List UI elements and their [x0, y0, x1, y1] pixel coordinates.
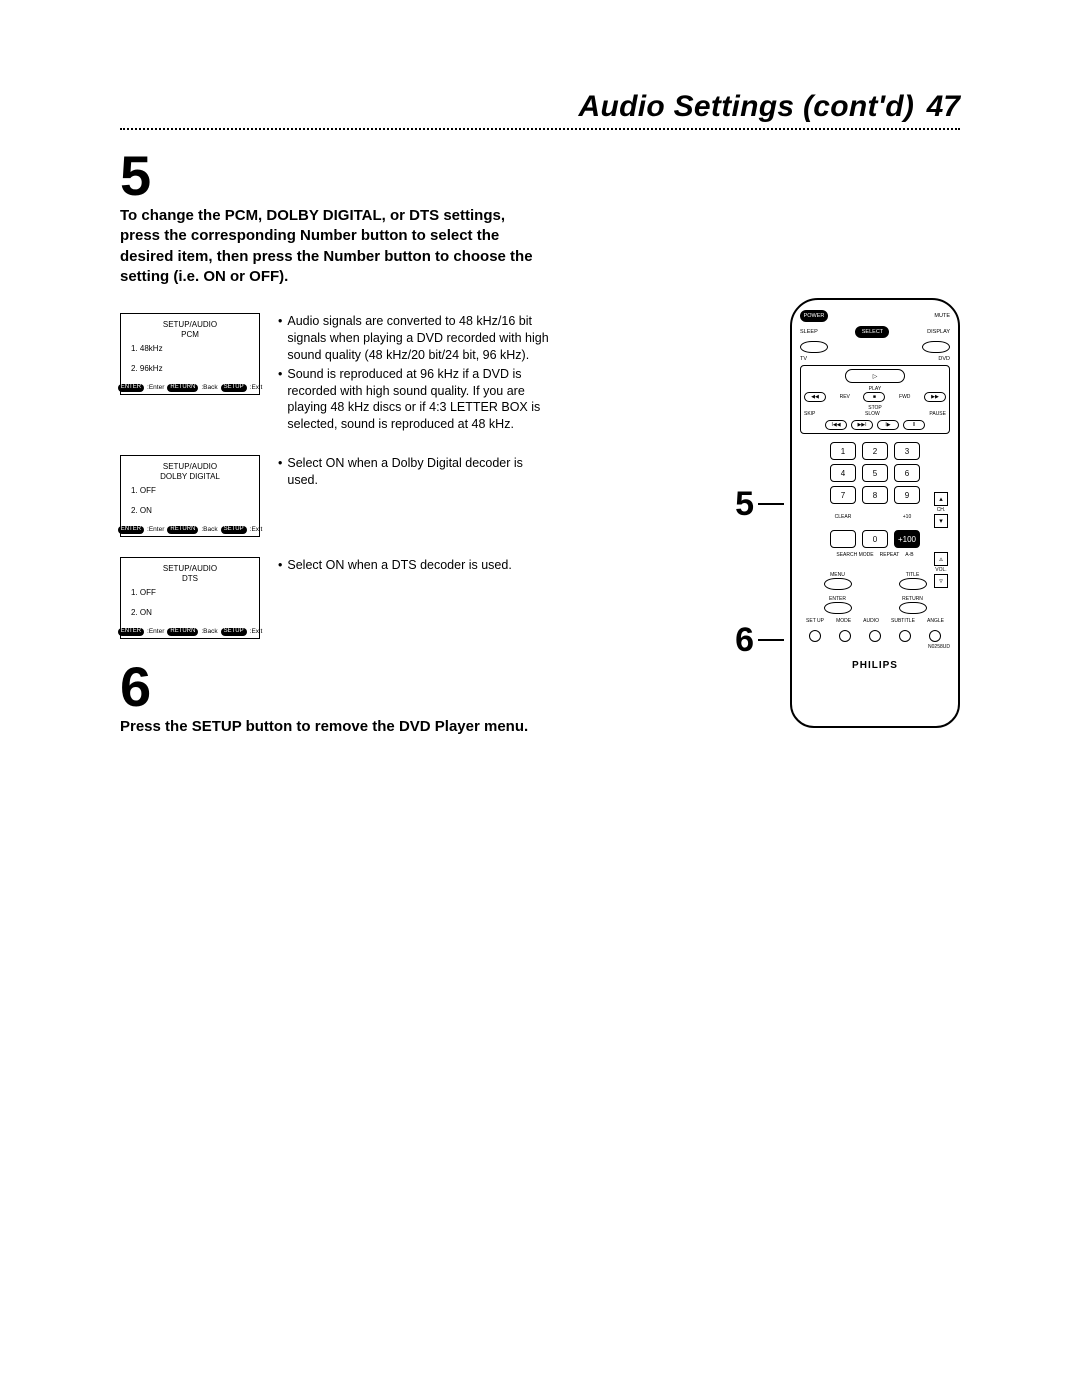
select-button: SELECT: [855, 326, 889, 338]
sleep-btn: [800, 341, 828, 353]
num-6: 6: [894, 464, 920, 482]
num-0: 0: [862, 530, 888, 548]
skip-back-button: I◀◀: [825, 420, 847, 430]
osd-dts: SETUP/AUDIO DTS 1. OFF 2. ON ENTER:Enter…: [120, 557, 260, 639]
remote-body: POWER MUTE SLEEP SELECT DISPLAY TV DVD ▷…: [790, 298, 960, 728]
osd-footer: ENTER:Enter RETURN:Back SETUP:Exit: [125, 384, 255, 392]
instructions-column: 5 To change the PCM, DOLBY DIGITAL, or D…: [120, 148, 550, 764]
menu-button: [824, 578, 852, 590]
header-title: Audio Settings (cont'd): [579, 90, 915, 123]
enter-pill: ENTER: [118, 384, 144, 392]
num-3: 3: [894, 442, 920, 460]
pcm-bullet-1: Audio signals are converted to 48 kHz/16…: [287, 313, 550, 364]
setup-button: [809, 630, 821, 642]
skip-fwd-button: ▶▶I: [851, 420, 873, 430]
osd-dolby-opt2: 2. ON: [131, 506, 255, 516]
num-4: 4: [830, 464, 856, 482]
dolby-bullets: •Select ON when a Dolby Digital decoder …: [278, 455, 550, 491]
return-button: [899, 602, 927, 614]
rev-button: ◀◀: [804, 392, 826, 402]
osd-dts-opt2: 2. ON: [131, 608, 255, 618]
dts-bullets: •Select ON when a DTS decoder is used.: [278, 557, 550, 576]
brand-logo: PHILIPS: [800, 660, 950, 671]
number-pad: 1 2 3 4 5 6 7 8 9 CLEAR +10 0 +100: [800, 442, 950, 548]
setup-pill: SETUP: [221, 384, 247, 392]
osd-footer: ENTER:Enter RETURN:Back SETUP:Exit: [125, 628, 255, 636]
osd-dts-opt1: 1. OFF: [131, 588, 255, 598]
pcm-block: SETUP/AUDIO PCM 1. 48kHz 2. 96kHz ENTER:…: [120, 313, 550, 435]
step-5-text: To change the PCM, DOLBY DIGITAL, or DTS…: [120, 206, 540, 287]
osd-dolby-title: SETUP/AUDIO: [125, 462, 255, 472]
angle-button: [929, 630, 941, 642]
ch-vol-rocker: ▴ CH. ▾ ▵ VOL. ▿: [934, 492, 948, 588]
model-label: N0258UD: [800, 644, 950, 650]
mute-label: MUTE: [934, 313, 950, 319]
osd-pcm: SETUP/AUDIO PCM 1. 48kHz 2. 96kHz ENTER:…: [120, 313, 260, 395]
page-header: Audio Settings (cont'd) 47: [120, 90, 960, 124]
dts-block: SETUP/AUDIO DTS 1. OFF 2. ON ENTER:Enter…: [120, 557, 550, 639]
osd-dolby-opt1: 1. OFF: [131, 486, 255, 496]
subtitle-button: [899, 630, 911, 642]
osd-pcm-opt2: 2. 96kHz: [131, 364, 255, 374]
vol-down: ▿: [934, 574, 948, 588]
callout-6: 6: [735, 620, 784, 660]
clear-button: [830, 530, 856, 548]
dolby-bullet: Select ON when a Dolby Digital decoder i…: [287, 455, 550, 489]
return-pill: RETURN: [167, 384, 198, 392]
play-button: ▷: [845, 369, 905, 383]
step-5-number: 5: [120, 148, 550, 204]
pcm-bullet-2: Sound is reproduced at 96 kHz if a DVD i…: [287, 366, 550, 434]
ch-down: ▾: [934, 514, 948, 528]
num-2: 2: [862, 442, 888, 460]
osd-footer: ENTER:Enter RETURN:Back SETUP:Exit: [125, 526, 255, 534]
transport-zone: ▷ PLAY ◀◀ REV ■ FWD ▶▶ STOP SKIP SLOW PA…: [800, 365, 950, 434]
num-7: 7: [830, 486, 856, 504]
mode-button: [839, 630, 851, 642]
num-8: 8: [862, 486, 888, 504]
enter-button: [824, 602, 852, 614]
display-btn: [922, 341, 950, 353]
callout-5: 5: [735, 484, 784, 524]
step-6-number: 6: [120, 659, 550, 715]
osd-dts-title: SETUP/AUDIO: [125, 564, 255, 574]
osd-pcm-title: SETUP/AUDIO: [125, 320, 255, 330]
osd-dolby: SETUP/AUDIO DOLBY DIGITAL 1. OFF 2. ON E…: [120, 455, 260, 537]
plus100-button: +100: [894, 530, 920, 548]
header-divider: [120, 128, 960, 130]
pause-button: II: [903, 420, 925, 430]
osd-dts-sub: DTS: [125, 574, 255, 584]
dolby-block: SETUP/AUDIO DOLBY DIGITAL 1. OFF 2. ON E…: [120, 455, 550, 537]
stop-button: ■: [863, 392, 885, 402]
ch-up: ▴: [934, 492, 948, 506]
osd-dolby-sub: DOLBY DIGITAL: [125, 472, 255, 482]
num-9: 9: [894, 486, 920, 504]
num-5: 5: [862, 464, 888, 482]
slow-button: I▶: [877, 420, 899, 430]
audio-button: [869, 630, 881, 642]
osd-pcm-opt1: 1. 48kHz: [131, 344, 255, 354]
pcm-bullets: •Audio signals are converted to 48 kHz/1…: [278, 313, 550, 435]
step-6-text: Press the SETUP button to remove the DVD…: [120, 717, 540, 737]
remote-illustration: 5 6 POWER MUTE SLEEP SELECT DISPLAY: [735, 298, 960, 728]
vol-up: ▵: [934, 552, 948, 566]
osd-pcm-sub: PCM: [125, 330, 255, 340]
num-1: 1: [830, 442, 856, 460]
header-page-number: 47: [927, 90, 960, 123]
fwd-button: ▶▶: [924, 392, 946, 402]
dts-bullet: Select ON when a DTS decoder is used.: [287, 557, 511, 574]
power-button: POWER: [800, 310, 828, 322]
title-button: [899, 578, 927, 590]
